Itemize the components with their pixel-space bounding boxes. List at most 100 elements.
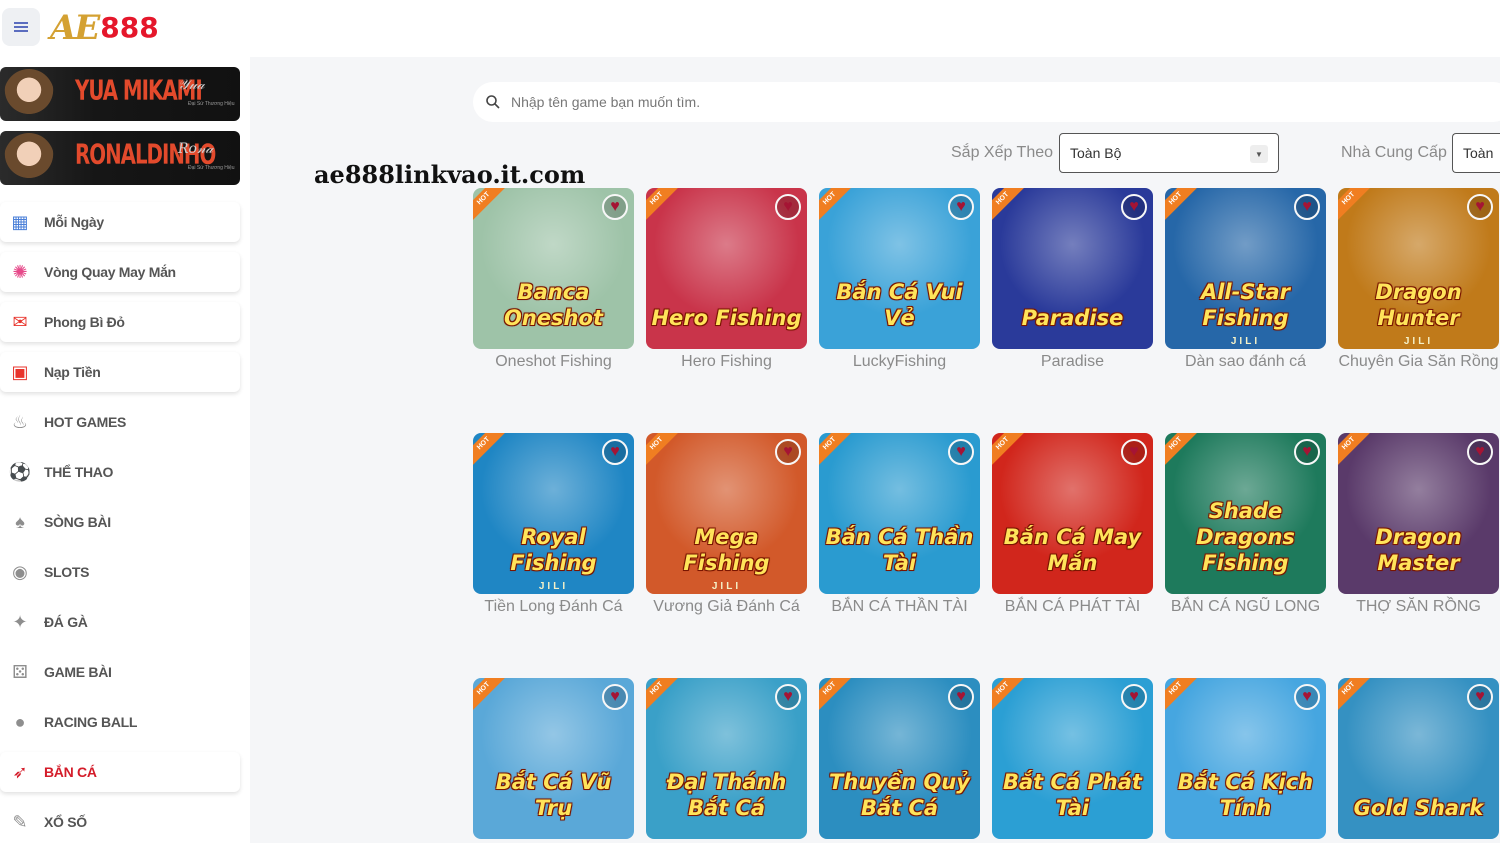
game-thumbnail[interactable]: HOT Hero Fishing ♥: [646, 188, 807, 349]
game-card[interactable]: HOT Đại Thánh Bắt Cá ♥: [646, 678, 807, 843]
sidebar-item-8[interactable]: ◉ SLOTS: [0, 552, 240, 592]
game-thumbnail[interactable]: HOT Dragon Master ♥: [1338, 433, 1499, 594]
sidebar-item-label: Vòng Quay May Mắn: [44, 264, 176, 280]
game-card[interactable]: HOT All-Star Fishing JILI ♥ Dàn sao đánh cá: [1165, 188, 1326, 371]
game-thumbnail[interactable]: HOT Bắt Cá Vũ Trụ ♥: [473, 678, 634, 839]
wheel-icon: ✺: [12, 261, 28, 282]
favorite-heart-icon[interactable]: ♥: [1467, 194, 1493, 220]
sort-select[interactable]: Toàn Bộ ▼: [1059, 133, 1279, 173]
game-card[interactable]: HOT Thuyền Quỷ Bắt Cá ♥: [819, 678, 980, 843]
sidebar-item-12[interactable]: ➶ BẮN CÁ: [0, 752, 240, 792]
favorite-heart-icon[interactable]: ♥: [1121, 194, 1147, 220]
hot-badge: HOT: [819, 433, 853, 467]
sidebar-item-11[interactable]: ● RACING BALL: [0, 702, 240, 742]
game-card[interactable]: HOT Royal Fishing JILI ♥ Tiền Long Đánh Cá: [473, 433, 634, 616]
sidebar-item-label: HOT GAMES: [44, 414, 127, 430]
ambassador-title: Đại Sứ Thương Hiệu: [188, 165, 235, 171]
ticket-icon: ✎: [12, 811, 28, 832]
sidebar-nav: ▦ Mỗi Ngày ✺ Vòng Quay May Mắn ✉ Phong Bì Đỏ ▣…: [0, 202, 240, 852]
game-thumbnail[interactable]: HOT Banca Oneshot ♥: [473, 188, 634, 349]
game-name: Chuyên Gia Săn Rồng: [1338, 353, 1499, 370]
sidebar-item-5[interactable]: ♨ HOT GAMES: [0, 402, 240, 442]
favorite-heart-icon[interactable]: ♥: [1294, 439, 1320, 465]
sidebar-item-label: SÒNG BÀI: [44, 514, 111, 530]
sidebar-item-1[interactable]: ▦ Mỗi Ngày: [0, 202, 240, 242]
sort-value: Toàn Bộ: [1070, 145, 1122, 161]
sidebar-item-9[interactable]: ✦ ĐÁ GÀ: [0, 602, 240, 642]
favorite-heart-icon[interactable]: ♥: [948, 194, 974, 220]
hot-badge: HOT: [1165, 433, 1199, 467]
game-art-title: Bắt Cá Vũ Trụ: [495, 770, 612, 820]
ambassador-banner-2[interactable]: RONALDINHO 𝑅𝑜𝓃𝒶 Đại Sứ Thương Hiệu: [0, 131, 240, 185]
favorite-heart-icon[interactable]: ♥: [1121, 684, 1147, 710]
calendar-icon: ▦: [11, 211, 29, 232]
game-thumbnail[interactable]: HOT Bắt Cá Kịch Tính ♥: [1165, 678, 1326, 839]
game-card[interactable]: HOT Bắn Cá May Mắn ♥ BẮN CÁ PHÁT TÀI: [992, 433, 1153, 616]
sidebar-item-3[interactable]: ✉ Phong Bì Đỏ: [0, 302, 240, 342]
game-thumbnail[interactable]: HOT Đại Thánh Bắt Cá ♥: [646, 678, 807, 839]
sidebar-item-7[interactable]: ♠ SÒNG BÀI: [0, 502, 240, 542]
favorite-heart-icon[interactable]: ♥: [775, 194, 801, 220]
game-thumbnail[interactable]: HOT Mega Fishing JILI ♥: [646, 433, 807, 594]
favorite-heart-icon[interactable]: ♥: [1294, 194, 1320, 220]
ambassador-banner-1[interactable]: YUA MIKAMI 𝒴𝓊𝒶 Đại Sứ Thương Hiệu: [0, 67, 240, 121]
ball-icon: ●: [14, 711, 26, 732]
hot-badge: HOT: [992, 433, 1026, 467]
favorite-heart-icon[interactable]: ♥: [602, 194, 628, 220]
provider-value: Toàn: [1463, 145, 1494, 161]
game-thumbnail[interactable]: HOT Thuyền Quỷ Bắt Cá ♥: [819, 678, 980, 839]
ambassador-title: Đại Sứ Thương Hiệu: [188, 101, 235, 107]
game-card[interactable]: HOT Bắn Cá Thần Tài ♥ BẮN CÁ THẦN TÀI: [819, 433, 980, 616]
sidebar-item-label: THỂ THAO: [44, 464, 114, 480]
menu-toggle-button[interactable]: [2, 8, 40, 46]
game-thumbnail[interactable]: HOT Bắt Cá Phát Tài ♥: [992, 678, 1153, 839]
ambassador-photo: [4, 69, 54, 121]
game-card[interactable]: HOT Bắt Cá Kịch Tính ♥: [1165, 678, 1326, 843]
provider-mark: JILI: [711, 581, 742, 592]
game-card[interactable]: HOT Bắn Cá Vui Vẻ ♥ LuckyFishing: [819, 188, 980, 371]
game-thumbnail[interactable]: HOT Paradise ♥: [992, 188, 1153, 349]
game-card[interactable]: HOT Dragon Hunter JILI ♥ Chuyên Gia Săn Rồng: [1338, 188, 1499, 371]
game-thumbnail[interactable]: HOT Shade Dragons Fishing ♥: [1165, 433, 1326, 594]
game-card[interactable]: HOT Gold Shark ♥: [1338, 678, 1499, 843]
game-card[interactable]: HOT Dragon Master ♥ THỢ SĂN RỒNG: [1338, 433, 1499, 616]
search-bar[interactable]: [473, 82, 1500, 122]
favorite-heart-icon[interactable]: ♥: [775, 439, 801, 465]
favorite-heart-icon[interactable]: ♥: [948, 439, 974, 465]
sidebar-item-6[interactable]: ⚽ THỂ THAO: [0, 452, 240, 492]
game-thumbnail[interactable]: HOT Bắn Cá Thần Tài ♥: [819, 433, 980, 594]
game-card[interactable]: HOT Mega Fishing JILI ♥ Vương Giả Đánh Cá: [646, 433, 807, 616]
game-thumbnail[interactable]: HOT Royal Fishing JILI ♥: [473, 433, 634, 594]
sidebar-item-4[interactable]: ▣ Nạp Tiền: [0, 352, 240, 392]
sidebar-item-13[interactable]: ✎ XỔ SỐ: [0, 802, 240, 842]
game-card[interactable]: HOT Hero Fishing ♥ Hero Fishing: [646, 188, 807, 371]
favorite-heart-icon[interactable]: ♥: [602, 439, 628, 465]
game-name: BẮN CÁ NGŨ LONG: [1170, 598, 1321, 615]
favorite-heart-icon[interactable]: ♥: [1121, 439, 1147, 465]
favorite-heart-icon[interactable]: ♥: [775, 684, 801, 710]
game-card[interactable]: HOT Banca Oneshot ♥ Oneshot Fishing: [473, 188, 634, 371]
search-input[interactable]: [511, 94, 1411, 110]
provider-select[interactable]: Toàn: [1452, 133, 1500, 173]
favorite-heart-icon[interactable]: ♥: [948, 684, 974, 710]
game-thumbnail[interactable]: HOT Gold Shark ♥: [1338, 678, 1499, 839]
favorite-heart-icon[interactable]: ♥: [1467, 684, 1493, 710]
game-thumbnail[interactable]: HOT Bắn Cá May Mắn ♥: [992, 433, 1153, 594]
game-card[interactable]: HOT Bắt Cá Phát Tài ♥: [992, 678, 1153, 843]
game-card[interactable]: HOT Paradise ♥ Paradise: [992, 188, 1153, 371]
favorite-heart-icon[interactable]: ♥: [1294, 684, 1320, 710]
top-bar: AE 888: [0, 0, 1500, 57]
sidebar-item-label: GAME BÀI: [44, 664, 112, 680]
game-card[interactable]: HOT Bắt Cá Vũ Trụ ♥: [473, 678, 634, 843]
sidebar-item-2[interactable]: ✺ Vòng Quay May Mắn: [0, 252, 240, 292]
sidebar-item-10[interactable]: ⚄ GAME BÀI: [0, 652, 240, 692]
game-thumbnail[interactable]: HOT All-Star Fishing JILI ♥: [1165, 188, 1326, 349]
game-thumbnail[interactable]: HOT Bắn Cá Vui Vẻ ♥: [819, 188, 980, 349]
game-art-title: Đại Thánh Bắt Cá: [666, 770, 787, 820]
game-card[interactable]: HOT Shade Dragons Fishing ♥ BẮN CÁ NGŨ LONG: [1165, 433, 1326, 616]
favorite-heart-icon[interactable]: ♥: [602, 684, 628, 710]
favorite-heart-icon[interactable]: ♥: [1467, 439, 1493, 465]
cards-icon: ♠: [15, 511, 25, 532]
game-thumbnail[interactable]: HOT Dragon Hunter JILI ♥: [1338, 188, 1499, 349]
logo[interactable]: AE 888: [50, 10, 159, 46]
